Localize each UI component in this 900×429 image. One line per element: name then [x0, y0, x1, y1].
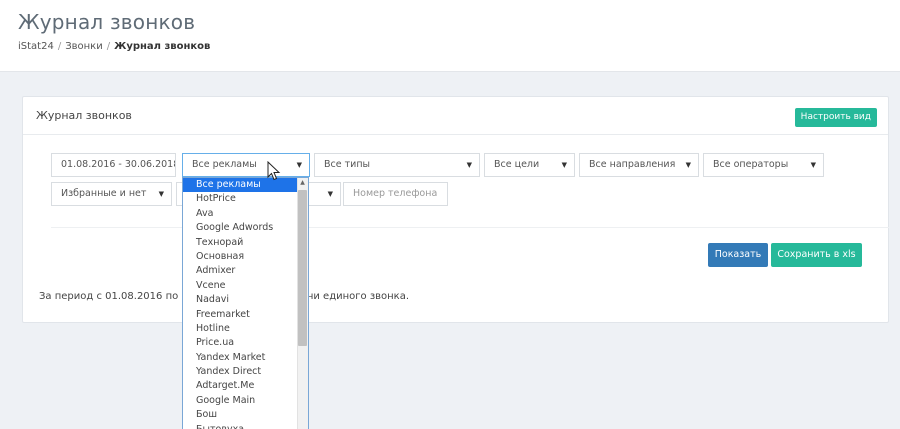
mouse-cursor-icon — [267, 161, 281, 181]
chevron-down-icon: ▼ — [296, 161, 302, 169]
dropdown-option[interactable]: Ava — [183, 207, 308, 221]
page-title: Журнал звонков — [18, 10, 196, 34]
chevron-down-icon: ▼ — [158, 190, 164, 198]
directions-select-value: Все направления — [589, 159, 676, 170]
breadcrumb-item-current: Журнал звонков — [114, 41, 211, 52]
dropdown-option[interactable]: Vcene — [183, 279, 308, 293]
phone-number-input[interactable]: Номер телефона — [343, 182, 448, 206]
divider — [51, 227, 889, 228]
scrollbar-thumb[interactable] — [298, 190, 307, 346]
ads-select-value: Все рекламы — [192, 159, 257, 170]
phone-number-placeholder: Номер телефона — [353, 188, 438, 199]
dropdown-option[interactable]: HotPrice — [183, 192, 308, 206]
types-select-value: Все типы — [324, 159, 371, 170]
chevron-down-icon: ▼ — [466, 161, 472, 169]
ads-dropdown-list[interactable]: Все рекламы HotPrice Ava Google Adwords Техн… — [182, 177, 309, 429]
panel-title: Журнал звонков — [36, 109, 132, 122]
chevron-down-icon: ▼ — [685, 161, 691, 169]
configure-view-button[interactable]: Настроить вид — [794, 108, 877, 127]
breadcrumb: iStat24/Звонки / Журнал звонков — [18, 41, 210, 52]
scroll-up-icon[interactable]: ▲ — [297, 178, 308, 188]
dropdown-option[interactable]: Все рекламы — [183, 178, 308, 193]
show-button[interactable]: Показать — [708, 243, 768, 267]
dropdown-option[interactable]: Технорай — [183, 236, 308, 250]
favorites-select-value: Избранные и нет — [61, 188, 147, 199]
breadcrumb-item-istat24[interactable]: iStat24 — [18, 41, 54, 52]
dropdown-option[interactable]: Yandex Direct — [183, 365, 308, 379]
date-range-value: 01.08.2016 - 30.06.2018 — [61, 159, 176, 170]
breadcrumb-separator: / — [106, 41, 111, 52]
dropdown-option[interactable]: Adtarget.Me — [183, 379, 308, 393]
dropdown-option[interactable]: Бош — [183, 408, 308, 422]
dropdown-option[interactable]: Nadavi — [183, 293, 308, 307]
dropdown-option[interactable]: Price.ua — [183, 336, 308, 350]
ads-select[interactable]: Все рекламы ▼ — [182, 153, 310, 177]
date-range-picker[interactable]: 01.08.2016 - 30.06.2018 — [51, 153, 176, 177]
dropdown-scrollbar[interactable]: ▲ — [297, 178, 308, 429]
breadcrumb-item-calls[interactable]: Звонки — [65, 41, 103, 52]
dropdown-option[interactable]: Google Main — [183, 394, 308, 408]
page-header: Журнал звонков iStat24/Звонки / Журнал зво… — [0, 0, 900, 72]
save-xls-button[interactable]: Сохранить в xls — [771, 243, 862, 267]
calls-panel: Журнал звонков Настроить вид 01.08.2016 … — [22, 96, 889, 323]
dropdown-option[interactable]: Freemarket — [183, 308, 308, 322]
dropdown-option[interactable]: Hotline — [183, 322, 308, 336]
panel-header: Журнал звонков Настроить вид — [23, 97, 888, 135]
result-message-start: За период с 01.08.2016 по 30 — [39, 291, 195, 302]
dropdown-option[interactable]: Yandex Market — [183, 351, 308, 365]
goals-select-value: Все цели — [494, 159, 540, 170]
types-select[interactable]: Все типы ▼ — [314, 153, 480, 177]
operators-select[interactable]: Все операторы ▼ — [703, 153, 824, 177]
goals-select[interactable]: Все цели ▼ — [484, 153, 575, 177]
favorites-select[interactable]: Избранные и нет ▼ — [51, 182, 172, 206]
chevron-down-icon: ▼ — [327, 190, 333, 198]
operators-select-value: Все операторы — [713, 159, 789, 170]
dropdown-option[interactable]: Бытовуха — [183, 423, 308, 429]
directions-select[interactable]: Все направления ▼ — [579, 153, 699, 177]
breadcrumb-separator: / — [57, 41, 62, 52]
dropdown-option[interactable]: Google Adwords — [183, 221, 308, 235]
chevron-down-icon: ▼ — [561, 161, 567, 169]
chevron-down-icon: ▼ — [810, 161, 816, 169]
ads-dropdown-options: Все рекламы HotPrice Ava Google Adwords Техн… — [183, 178, 308, 429]
dropdown-option[interactable]: Основная — [183, 250, 308, 264]
dropdown-option[interactable]: Admixer — [183, 264, 308, 278]
